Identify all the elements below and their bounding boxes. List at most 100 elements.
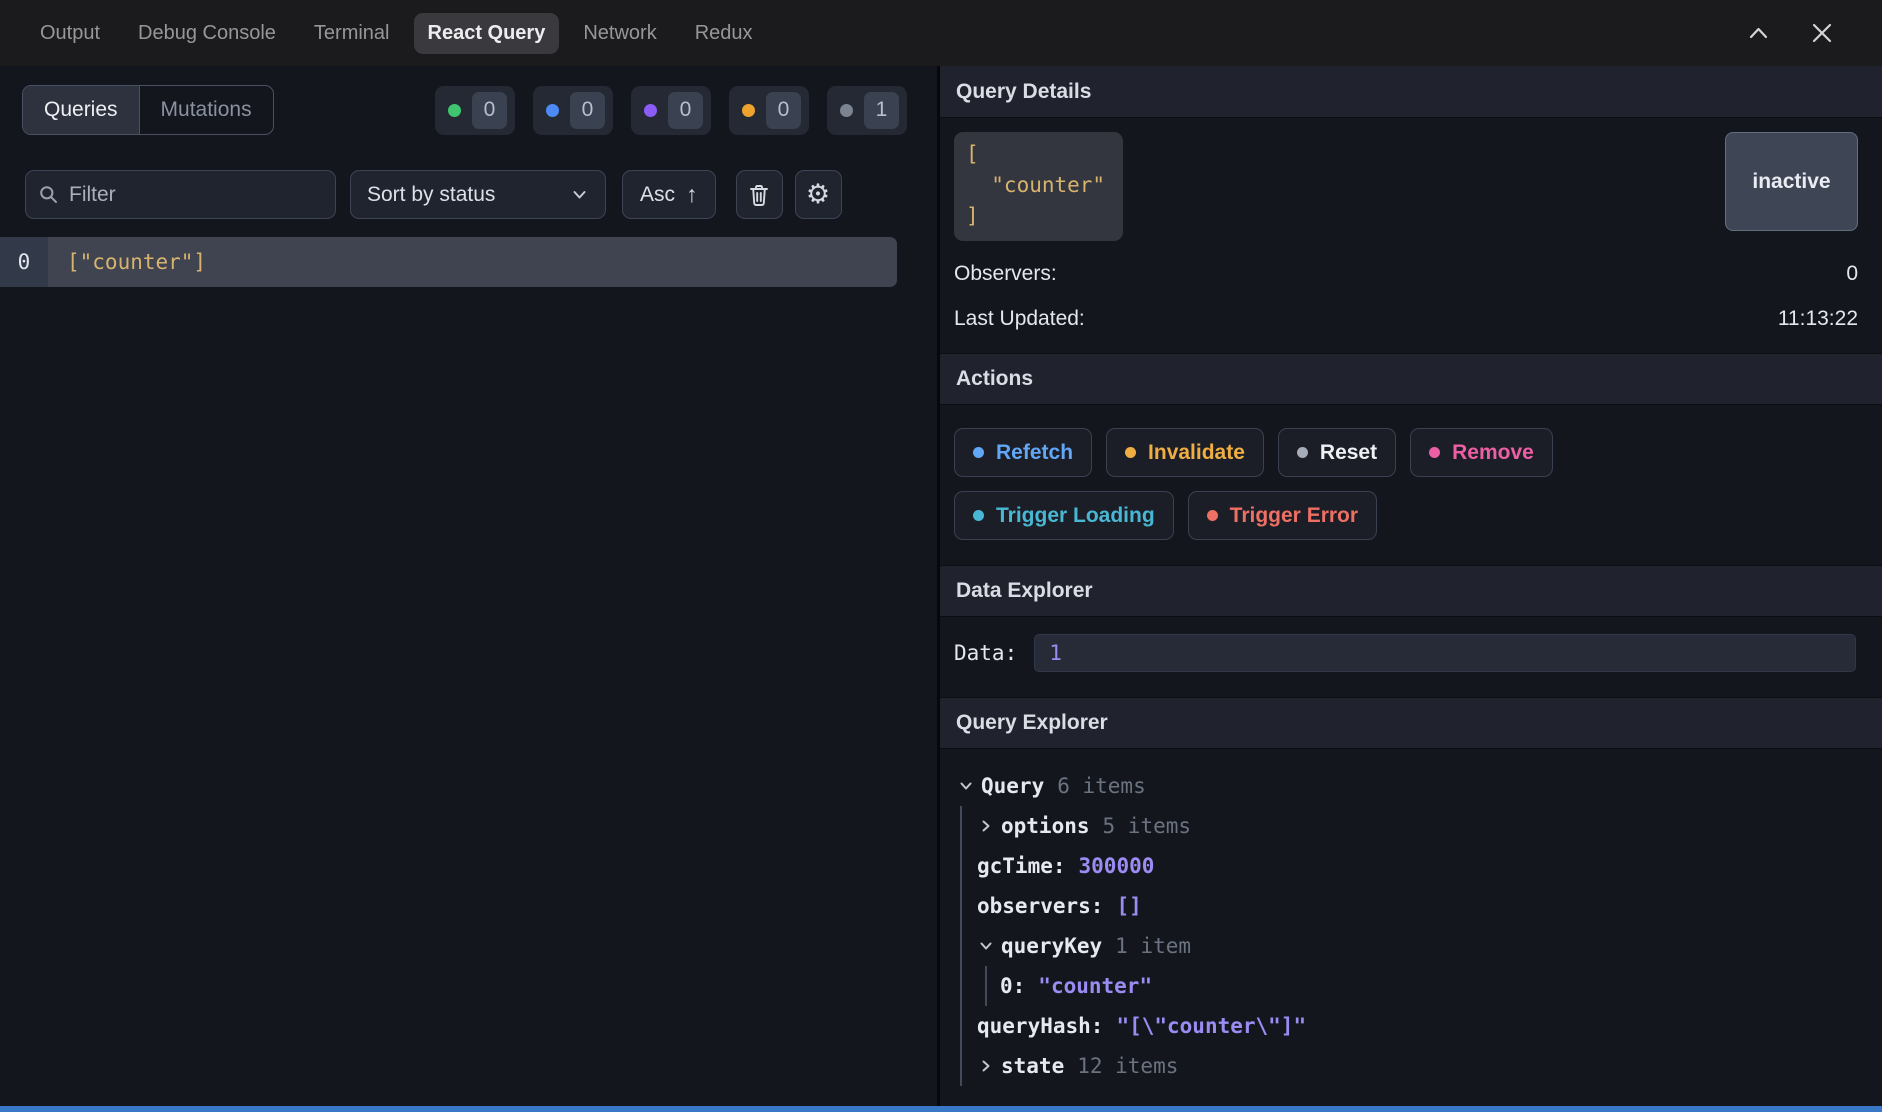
status-badge-fresh[interactable]: 0 <box>435 86 515 135</box>
tree-node-state[interactable]: state 12 items <box>977 1046 1866 1086</box>
toggle-mutations[interactable]: Mutations <box>139 86 273 134</box>
gear-icon: ⚙ <box>806 181 830 208</box>
fetching-dot-icon <box>546 104 559 117</box>
query-list-item[interactable]: 0 ["counter"] <box>0 237 897 287</box>
remove-dot-icon <box>1429 447 1440 458</box>
close-icon <box>1809 20 1835 46</box>
toggle-queries[interactable]: Queries <box>23 86 139 134</box>
search-icon <box>38 184 59 205</box>
data-value: 1 <box>1049 641 1062 665</box>
data-explorer-header: Data Explorer <box>940 565 1882 617</box>
reset-button[interactable]: Reset <box>1278 428 1396 477</box>
remove-button[interactable]: Remove <box>1410 428 1553 477</box>
react-query-devtools-panel: Output Debug Console Terminal React Quer… <box>0 0 1882 1112</box>
list-controls-row-2: Sort by status Asc ↑ <box>25 170 937 219</box>
actions-body: Refetch Invalidate Reset Remove <box>940 405 1882 565</box>
status-badge-fetching[interactable]: 0 <box>533 86 613 135</box>
tree-node-querykey[interactable]: queryKey 1 item <box>977 926 1866 966</box>
tree-node-querykey-0: 0: "counter" <box>1000 966 1866 1006</box>
query-observer-count: 0 <box>0 237 48 287</box>
last-updated-label: Last Updated: <box>954 307 1085 331</box>
tree-node-gctime: gcTime: 300000 <box>977 846 1866 886</box>
tree-key: observers: <box>977 894 1103 918</box>
status-badge-paused[interactable]: 0 <box>631 86 711 135</box>
reset-dot-icon <box>1297 447 1308 458</box>
tab-terminal[interactable]: Terminal <box>300 13 404 54</box>
sort-select[interactable]: Sort by status <box>350 170 606 219</box>
fresh-count: 0 <box>472 92 507 129</box>
tree-children-querykey: 0: "counter" <box>985 966 1866 1006</box>
inactive-dot-icon <box>840 104 853 117</box>
tree-node-queryhash: queryHash: "[\"counter\"]" <box>977 1006 1866 1046</box>
query-details-header: Query Details <box>940 66 1882 118</box>
invalidate-label: Invalidate <box>1148 441 1245 465</box>
devtools-content: Queries Mutations 0 0 0 <box>0 66 1882 1106</box>
tree-node-query[interactable]: Query 6 items <box>957 766 1866 806</box>
refetch-button[interactable]: Refetch <box>954 428 1092 477</box>
trigger-error-dot-icon <box>1207 510 1218 521</box>
invalidate-button[interactable]: Invalidate <box>1106 428 1264 477</box>
tree-value: [] <box>1116 894 1141 918</box>
actions-row-2: Trigger Loading Trigger Error <box>954 491 1868 540</box>
status-badge-stale[interactable]: 0 <box>729 86 809 135</box>
tree-key: state <box>1001 1054 1064 1078</box>
tree-children-query: options 5 items gcTime: 300000 observers… <box>960 806 1866 1086</box>
filter-input[interactable] <box>69 183 323 207</box>
stale-count: 0 <box>766 92 801 129</box>
tree-key: options <box>1001 814 1090 838</box>
tree-key: gcTime: <box>977 854 1066 878</box>
list-controls-row-1: Queries Mutations 0 0 0 <box>22 85 907 135</box>
tree-node-options[interactable]: options 5 items <box>977 806 1866 846</box>
last-updated-value: 11:13:22 <box>1778 307 1858 331</box>
settings-button[interactable]: ⚙ <box>795 170 842 219</box>
trigger-error-button[interactable]: Trigger Error <box>1188 491 1377 540</box>
fresh-dot-icon <box>448 104 461 117</box>
reset-label: Reset <box>1320 441 1377 465</box>
paused-count: 0 <box>668 92 703 129</box>
tab-output[interactable]: Output <box>26 13 114 54</box>
stale-dot-icon <box>742 104 755 117</box>
actions-row-1: Refetch Invalidate Reset Remove <box>954 428 1868 477</box>
tab-react-query[interactable]: React Query <box>414 13 560 54</box>
tab-network[interactable]: Network <box>569 13 670 54</box>
observers-value: 0 <box>1846 262 1858 286</box>
trigger-error-label: Trigger Error <box>1230 504 1358 528</box>
chevron-down-icon <box>977 938 994 955</box>
chevron-up-icon <box>1745 20 1772 47</box>
observers-row: Observers: 0 <box>954 262 1858 286</box>
chevron-down-icon <box>570 185 589 204</box>
inactive-count: 1 <box>864 92 899 129</box>
close-panel-button[interactable] <box>1802 13 1842 53</box>
observers-label: Observers: <box>954 262 1057 286</box>
chevron-down-icon <box>957 778 974 795</box>
sort-order-label: Asc <box>640 183 675 207</box>
tab-debug-console[interactable]: Debug Console <box>124 13 290 54</box>
sort-order-button[interactable]: Asc ↑ <box>622 170 716 219</box>
trigger-loading-button[interactable]: Trigger Loading <box>954 491 1174 540</box>
query-key-label: ["counter"] <box>48 237 897 287</box>
status-badge-inactive[interactable]: 1 <box>827 86 907 135</box>
chevron-right-icon <box>977 818 994 835</box>
tree-value: "[\"counter\"]" <box>1116 1014 1306 1038</box>
clear-queries-button[interactable] <box>736 170 783 219</box>
queries-mutations-toggle: Queries Mutations <box>22 85 274 135</box>
actions-header: Actions <box>940 353 1882 405</box>
debug-tab-bar: Output Debug Console Terminal React Quer… <box>0 0 1882 66</box>
status-badges: 0 0 0 0 1 <box>435 86 907 135</box>
tab-redux[interactable]: Redux <box>681 13 767 54</box>
query-details-body: [ "counter" ] inactive Observers: 0 Last… <box>940 118 1882 353</box>
expand-panel-button[interactable] <box>1738 13 1778 53</box>
trigger-loading-label: Trigger Loading <box>996 504 1155 528</box>
tree-meta: 6 items <box>1057 774 1146 798</box>
tree-node-observers: observers: [] <box>977 886 1866 926</box>
refetch-label: Refetch <box>996 441 1073 465</box>
filter-field <box>25 170 336 219</box>
data-label: Data: <box>954 641 1017 665</box>
queries-list-panel: Queries Mutations 0 0 0 <box>0 66 937 1106</box>
chevron-right-icon <box>977 1058 994 1075</box>
last-updated-row: Last Updated: 11:13:22 <box>954 307 1858 331</box>
data-value-field[interactable]: 1 <box>1034 634 1856 672</box>
data-explorer-body: Data: 1 <box>940 617 1882 697</box>
tree-meta: 5 items <box>1103 814 1192 838</box>
panel-accent-bar <box>0 1106 1882 1112</box>
